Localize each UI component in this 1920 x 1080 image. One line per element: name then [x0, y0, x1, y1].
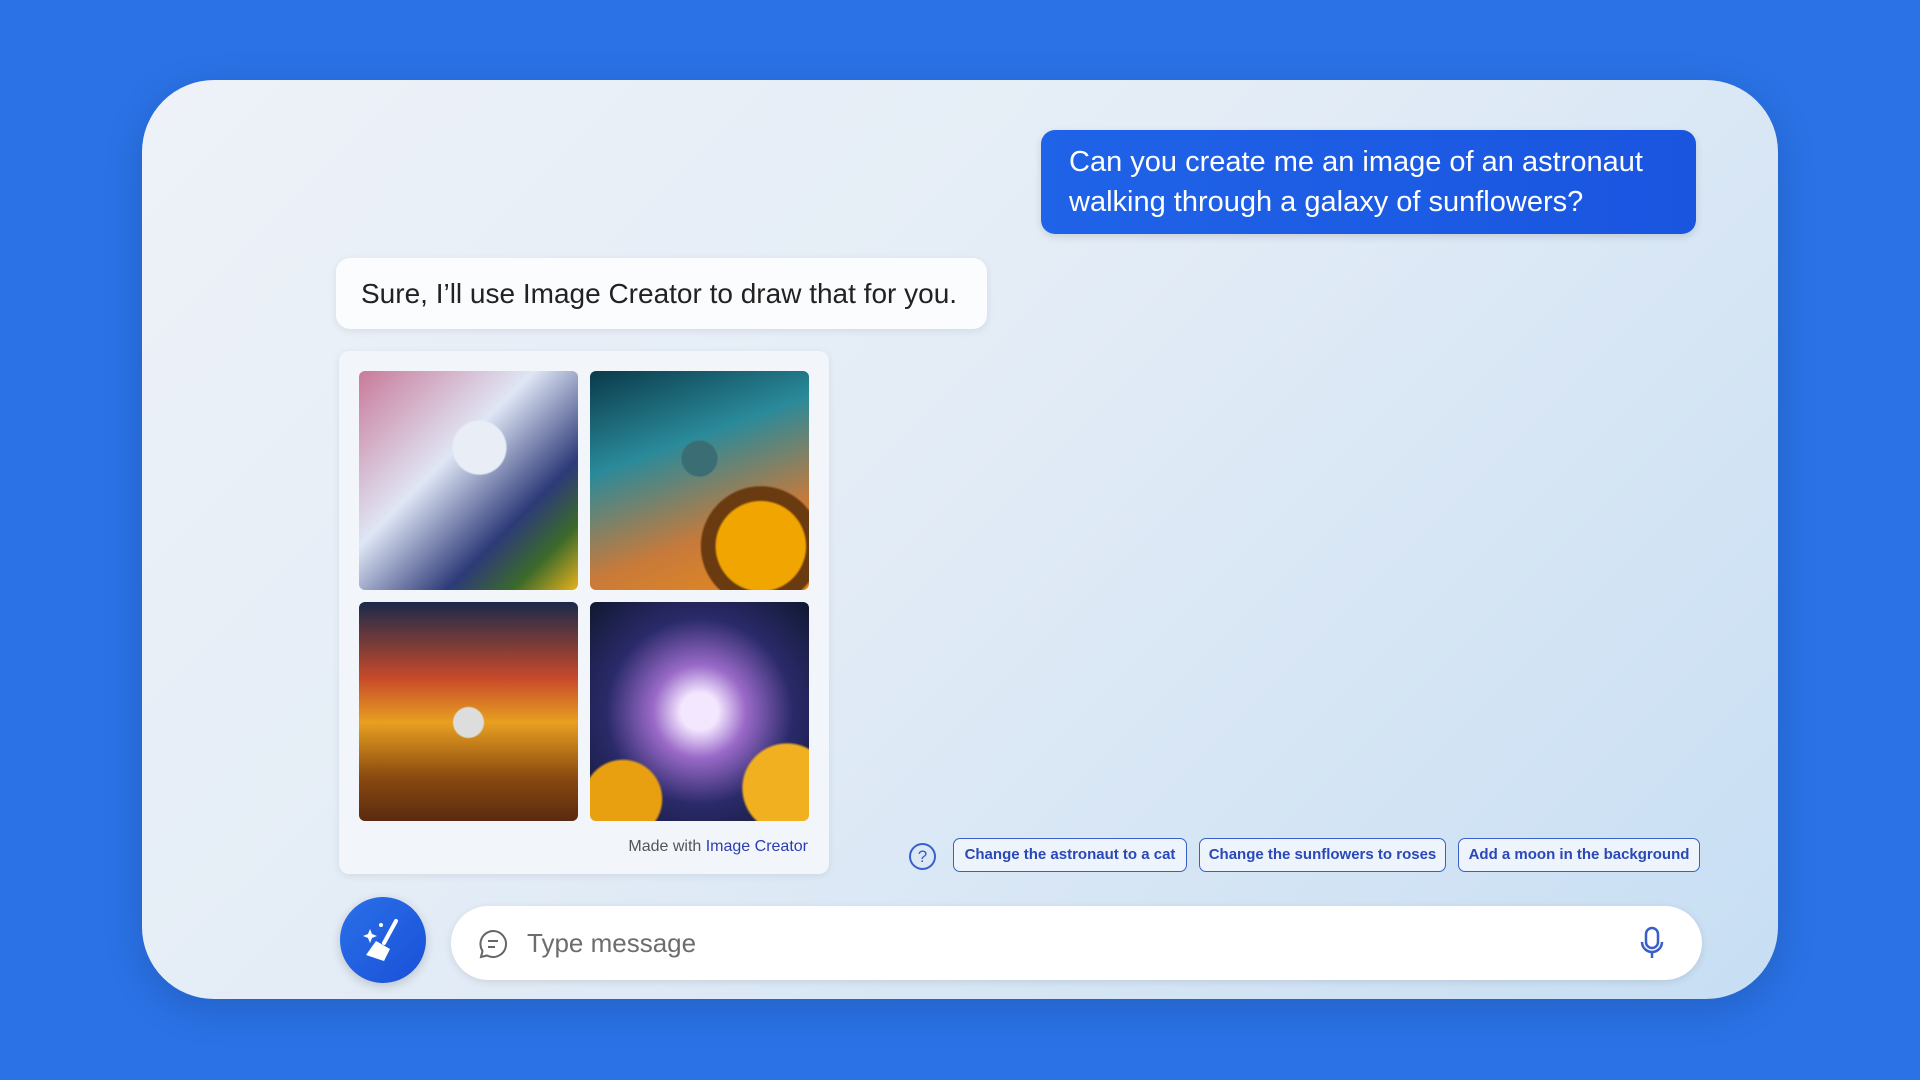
made-with-label: Made with	[628, 838, 702, 855]
generated-image-4[interactable]	[590, 602, 809, 821]
suggestion-chip[interactable]: Add a moon in the background	[1458, 838, 1700, 872]
generated-image-1[interactable]	[359, 371, 578, 590]
assistant-message: Sure, I’ll use Image Creator to draw tha…	[336, 258, 987, 329]
suggestion-chip[interactable]: Change the sunflowers to roses	[1199, 838, 1446, 872]
suggestion-chip[interactable]: Change the astronaut to a cat	[953, 838, 1187, 872]
image-result-card: Made with Image Creator	[339, 351, 829, 874]
image-creator-link[interactable]: Image Creator	[706, 838, 808, 855]
generated-image-2[interactable]	[590, 371, 809, 590]
help-icon[interactable]: ?	[909, 843, 936, 870]
message-placeholder: Type message	[527, 928, 697, 958]
broom-icon	[363, 919, 398, 961]
chat-bubble-icon	[479, 929, 508, 959]
microphone-icon[interactable]	[1640, 926, 1664, 960]
message-input[interactable]: Type message	[451, 906, 1702, 980]
new-topic-button[interactable]	[340, 897, 426, 983]
user-message: Can you create me an image of an astrona…	[1041, 130, 1696, 234]
generated-image-3[interactable]	[359, 602, 578, 821]
attribution: Made with Image Creator	[628, 838, 808, 856]
